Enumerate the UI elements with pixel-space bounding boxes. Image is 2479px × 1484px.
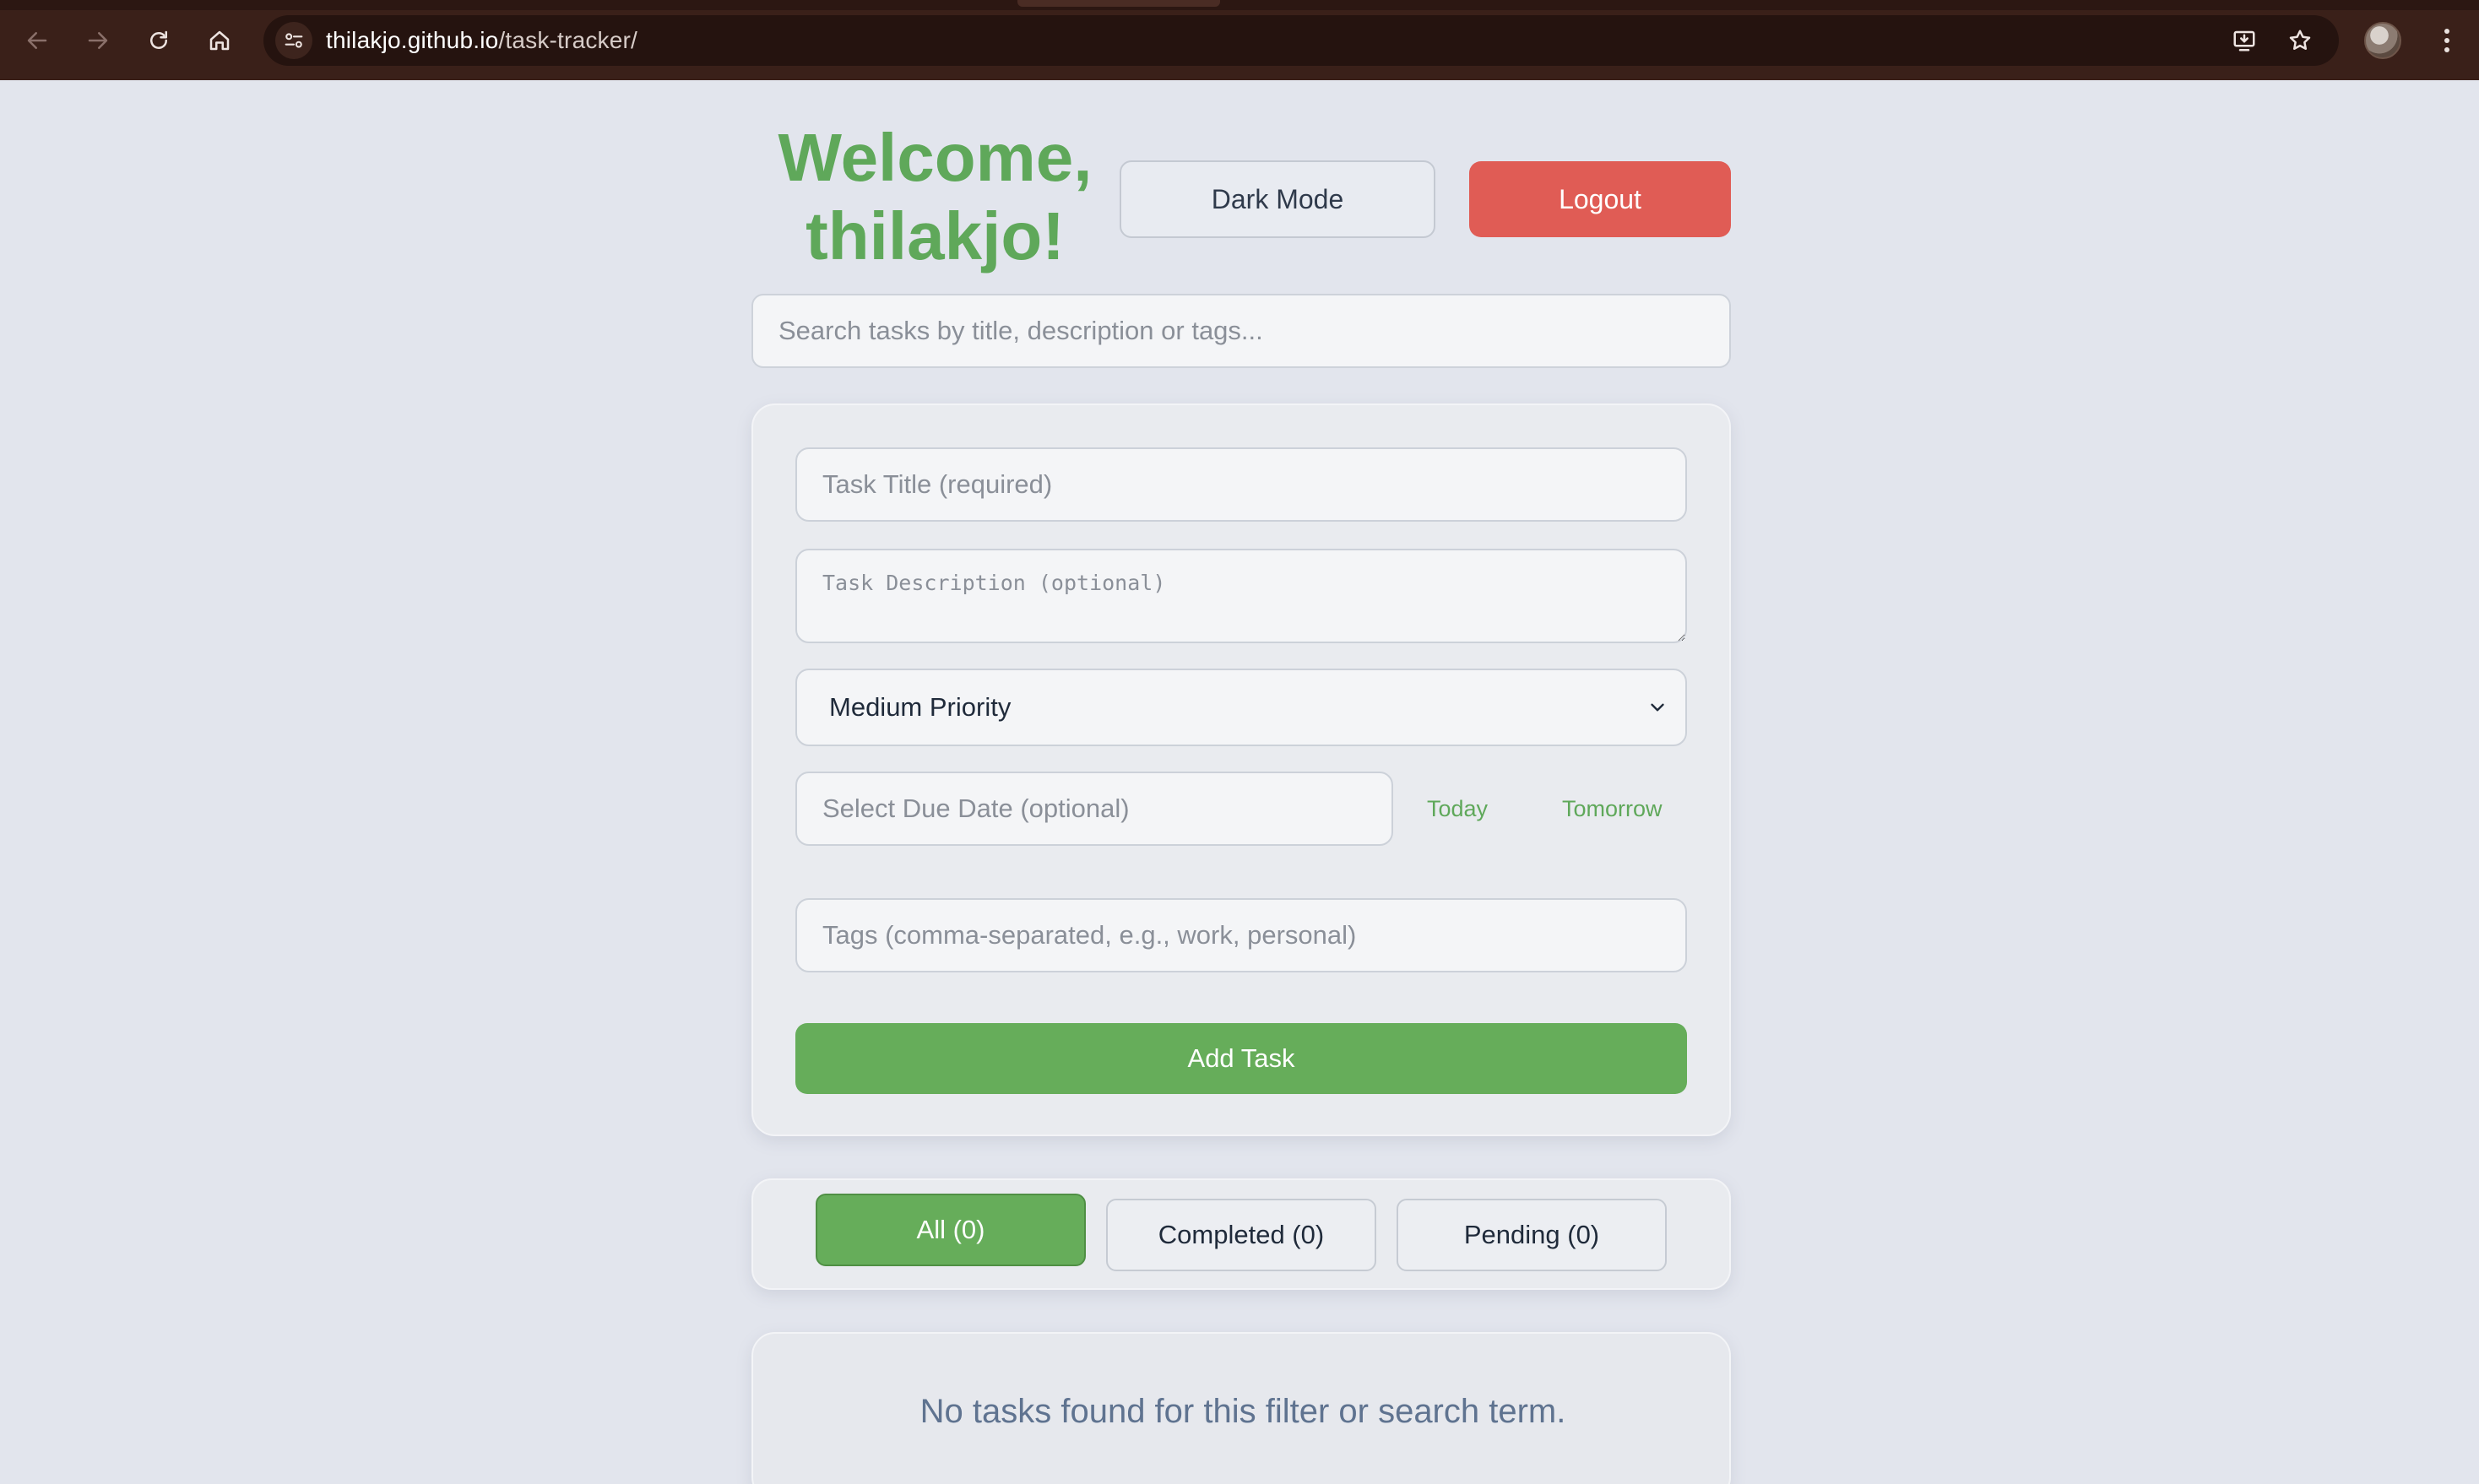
priority-selected-value: Medium Priority <box>829 692 1012 722</box>
task-title-input[interactable] <box>795 447 1687 522</box>
search-input[interactable] <box>751 294 1731 368</box>
add-task-button[interactable]: Add Task <box>795 1023 1687 1094</box>
chevron-down-icon <box>1651 703 1664 712</box>
browser-toolbar: thilakjo.github.io/task-tracker/ <box>0 0 2479 80</box>
welcome-username: thilakjo! <box>806 198 1065 274</box>
dark-mode-button[interactable]: Dark Mode <box>1120 160 1435 238</box>
home-icon[interactable] <box>201 22 238 59</box>
tomorrow-button[interactable]: Tomorrow <box>1562 773 1663 844</box>
url-path: /task-tracker/ <box>498 27 638 53</box>
welcome-line-1: Welcome, <box>778 120 1093 195</box>
forward-arrow-icon[interactable] <box>79 22 117 59</box>
filter-completed-button[interactable]: Completed (0) <box>1106 1199 1376 1271</box>
welcome-heading: Welcome, thilakjo! <box>760 118 1110 275</box>
priority-select[interactable]: Medium Priority <box>795 669 1687 746</box>
filter-pending-button[interactable]: Pending (0) <box>1397 1199 1667 1271</box>
task-description-input[interactable] <box>795 549 1687 643</box>
reload-icon[interactable] <box>140 22 177 59</box>
due-date-input[interactable] <box>795 772 1393 846</box>
tags-input[interactable] <box>795 898 1687 972</box>
url-text[interactable]: thilakjo.github.io/task-tracker/ <box>326 15 637 66</box>
logout-button[interactable]: Logout <box>1469 161 1731 237</box>
tab-strip <box>0 0 2479 10</box>
add-task-form: Medium Priority Today Tomorrow Add Task <box>751 403 1731 1136</box>
address-bar[interactable]: thilakjo.github.io/task-tracker/ <box>263 15 2339 66</box>
active-tab-indicator[interactable] <box>1017 0 1220 7</box>
empty-state-message: No tasks found for this filter or search… <box>919 1393 1566 1430</box>
back-arrow-icon[interactable] <box>19 22 56 59</box>
task-list: No tasks found for this filter or search… <box>751 1332 1731 1484</box>
url-host: thilakjo.github.io <box>326 27 499 53</box>
bookmark-star-icon[interactable] <box>2281 22 2319 59</box>
kebab-menu-icon[interactable] <box>2428 22 2465 59</box>
profile-avatar[interactable] <box>2364 22 2401 59</box>
filter-bar: All (0) Completed (0) Pending (0) <box>751 1178 1731 1290</box>
site-info-icon[interactable] <box>275 22 312 59</box>
today-button[interactable]: Today <box>1427 773 1488 844</box>
install-app-icon[interactable] <box>2226 22 2263 59</box>
filter-all-button[interactable]: All (0) <box>816 1194 1086 1266</box>
